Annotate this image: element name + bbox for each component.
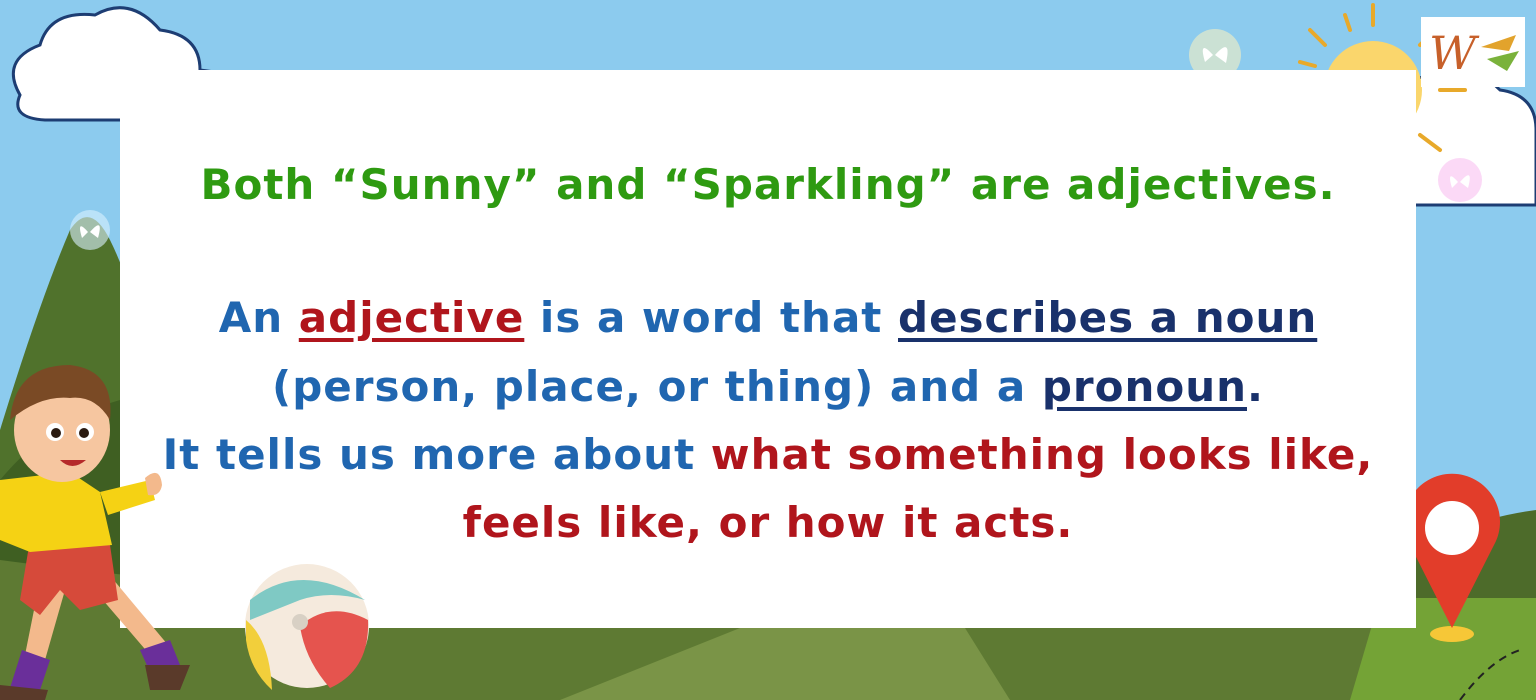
keyword-pronoun: pronoun	[1041, 362, 1247, 411]
highlight-feels-acts: feels like, or how it acts.	[462, 498, 1074, 547]
heading-text: Both “Sunny” and “Sparkling” are adjecti…	[200, 160, 1336, 209]
definition-middle: is a word that	[524, 293, 898, 342]
foreground-illustrations	[0, 365, 369, 700]
keyword-describes-noun: describes a noun	[898, 293, 1318, 342]
definition-intro: An	[218, 293, 299, 342]
keyword-adjective: adjective	[298, 293, 525, 342]
beach-ball-icon	[245, 564, 369, 690]
highlight-looks-like: what something looks like,	[710, 430, 1374, 479]
svg-text:W: W	[1429, 26, 1480, 80]
definition-line-3: It tells us more about what something lo…	[120, 430, 1416, 479]
logo: W	[1421, 17, 1525, 87]
noun-examples: (person, place, or thing) and a	[272, 362, 1042, 411]
period: .	[1247, 362, 1264, 411]
definition-line-4: feels like, or how it acts.	[120, 498, 1416, 547]
logo-w-icon: W	[1429, 26, 1519, 80]
definition-line-1: An adjective is a word that describes a …	[120, 293, 1416, 342]
tells-us-text: It tells us more about	[162, 430, 711, 479]
definition-line-2: (person, place, or thing) and a pronoun.	[120, 362, 1416, 411]
